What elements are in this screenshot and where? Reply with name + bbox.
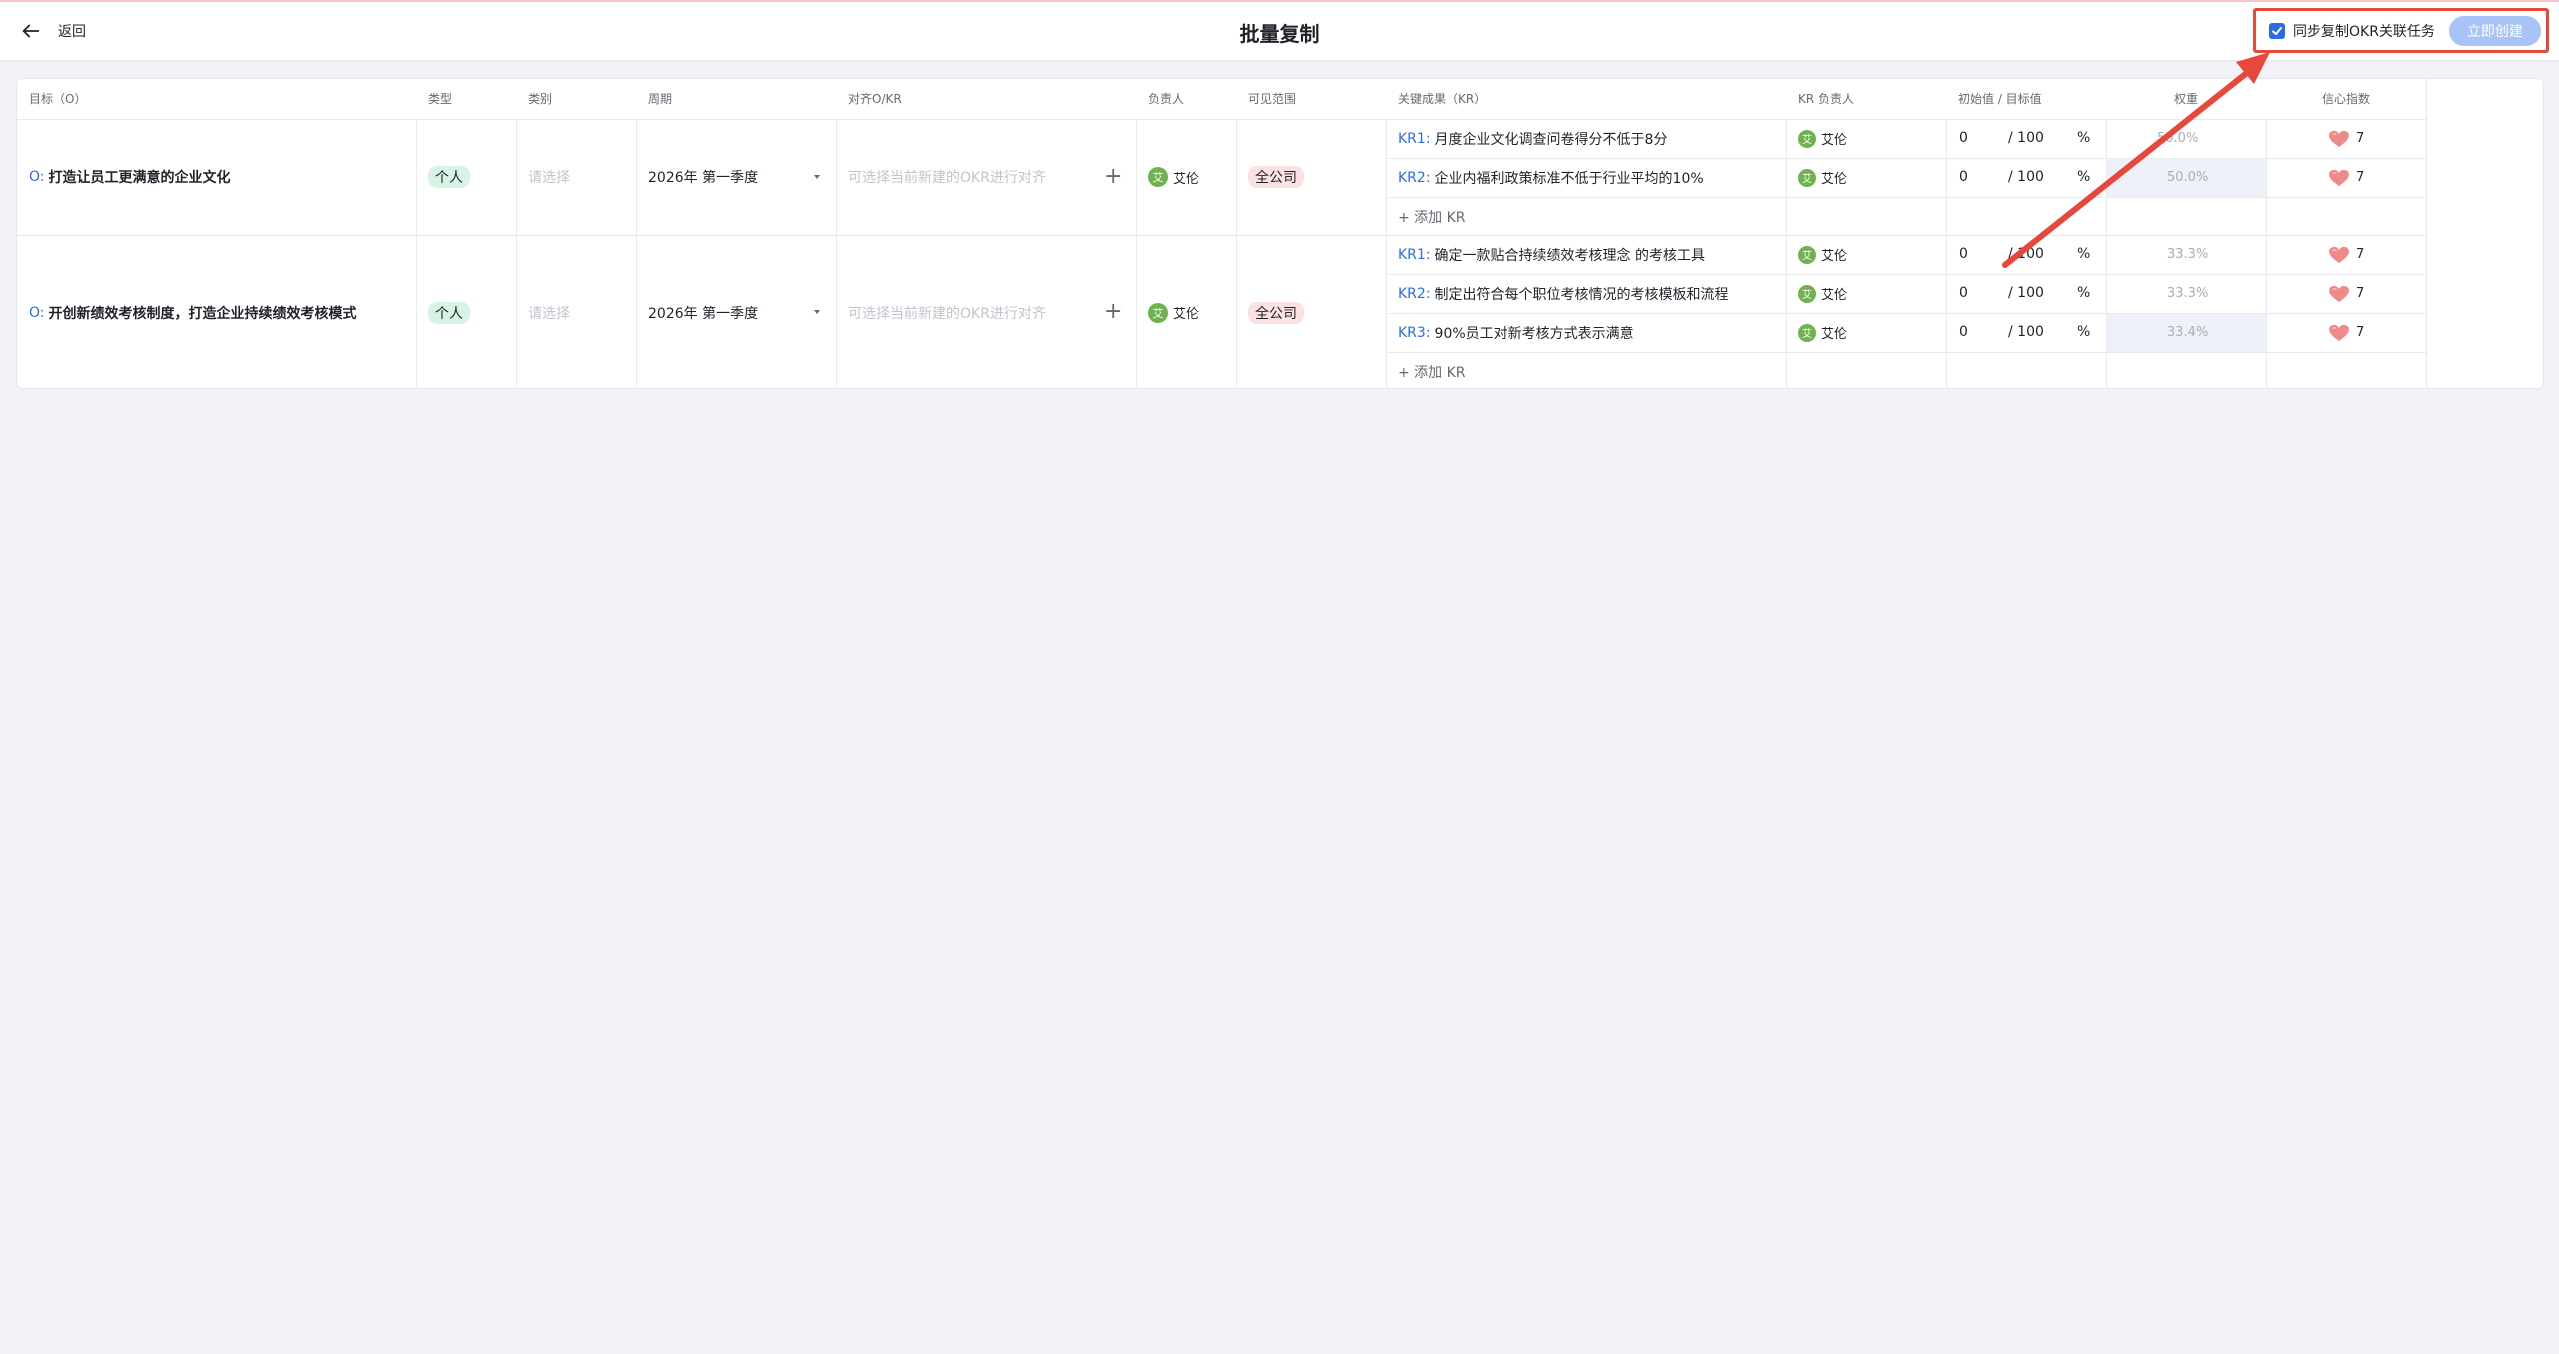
arrow-left-icon: [22, 24, 40, 38]
objective-1-owner[interactable]: 艾 艾伦: [1148, 119, 1199, 235]
avatar: 艾: [1798, 245, 1816, 264]
kr-unit: %: [2077, 130, 2091, 146]
kr-unit: %: [2077, 324, 2091, 340]
header-values: 初始值 / 目标值: [1958, 92, 2042, 106]
heart-icon: [2329, 130, 2349, 147]
objective-1-title[interactable]: O: 打造让员工更满意的企业文化: [29, 119, 231, 235]
kr-initial-value[interactable]: 0: [1959, 130, 1968, 146]
avatar: 艾: [1798, 168, 1816, 187]
kr-confidence[interactable]: 7: [2328, 235, 2364, 274]
kr-target-value[interactable]: / 100: [2008, 285, 2044, 301]
kr-target-value[interactable]: / 100: [2008, 130, 2044, 146]
kr-initial-value[interactable]: 0: [1959, 324, 1968, 340]
check-icon: [2272, 26, 2282, 35]
page-title: 批量复制: [1239, 22, 1320, 46]
kr-owner-2-2[interactable]: 艾 艾伦: [1798, 274, 1847, 313]
objective-2-visibility[interactable]: 全公司: [1248, 235, 1304, 390]
visibility-tag: 全公司: [1248, 301, 1304, 324]
okr-copy-table: 目标（O） 类型 类别 周期 对齐O/KR 负责人 可见范围 关键成果（KR） …: [16, 78, 2544, 389]
type-tag: 个人: [428, 301, 470, 324]
header-align: 对齐O/KR: [848, 92, 902, 106]
add-kr-button[interactable]: + 添加 KR: [1398, 207, 1466, 227]
page-title-wrap: 批量复制: [0, 18, 2559, 47]
header-category: 类别: [528, 92, 553, 106]
heart-icon: [2329, 324, 2349, 341]
create-now-button[interactable]: 立即创建: [2448, 15, 2541, 46]
kr-confidence[interactable]: 7: [2328, 119, 2364, 158]
objective-2-period-select[interactable]: 2026年 第一季度: [648, 235, 758, 390]
header-period: 周期: [648, 92, 673, 106]
header-confidence: 信心指数: [2321, 92, 2370, 106]
actions-highlight-box: 同步复制OKR关联任务 立即创建: [2253, 8, 2549, 53]
header-kr: 关键成果（KR）: [1398, 92, 1487, 106]
add-kr-button[interactable]: + 添加 KR: [1398, 362, 1466, 382]
visibility-tag: 全公司: [1248, 166, 1304, 188]
objective-1-category-select[interactable]: 请选择: [528, 119, 570, 235]
kr-initial-value[interactable]: 0: [1959, 246, 1968, 262]
back-label: 返回: [58, 24, 86, 40]
header-owner: 负责人: [1148, 92, 1185, 106]
objective-1-visibility[interactable]: 全公司: [1248, 119, 1304, 235]
kr-row-1-1[interactable]: KR1: 月度企业文化调查问卷得分不低于8分: [1398, 119, 1667, 158]
kr-confidence[interactable]: 7: [2328, 313, 2364, 352]
kr-weight[interactable]: 33.3%: [2167, 247, 2208, 262]
caret-down-icon: [814, 310, 820, 314]
header-objective: 目标（O）: [29, 92, 87, 106]
objective-2-align-input[interactable]: 可选择当前新建的OKR进行对齐: [848, 235, 1046, 390]
kr-weight[interactable]: 50.0%: [2167, 170, 2208, 185]
header-kr-owner: KR 负责人: [1798, 92, 1855, 106]
kr-confidence[interactable]: 7: [2328, 274, 2364, 313]
kr-row-2-3[interactable]: KR3: 90%员工对新考核方式表示满意: [1398, 313, 1634, 352]
avatar: 艾: [1798, 323, 1816, 342]
kr-target-value[interactable]: / 100: [2008, 246, 2044, 262]
kr-owner-1-1[interactable]: 艾 艾伦: [1798, 119, 1847, 158]
avatar: 艾: [1148, 302, 1168, 323]
objective-2-title[interactable]: O: 开创新绩效考核制度，打造企业持续绩效考核模式: [29, 235, 357, 390]
caret-down-icon: [814, 175, 820, 179]
kr-target-value[interactable]: / 100: [2008, 324, 2044, 340]
heart-icon: [2329, 169, 2349, 186]
objective-2-owner[interactable]: 艾 艾伦: [1148, 235, 1199, 390]
type-tag: 个人: [428, 166, 470, 188]
objective-2-category-select[interactable]: 请选择: [528, 235, 570, 390]
objective-1-type[interactable]: 个人: [428, 119, 470, 235]
kr-row-1-2[interactable]: KR2: 企业内福利政策标准不低于行业平均的10%: [1398, 158, 1704, 197]
kr-row-2-1[interactable]: KR1: 确定一款贴合持续绩效考核理念 的考核工具: [1398, 235, 1705, 274]
sync-tasks-label[interactable]: 同步复制OKR关联任务: [2293, 21, 2435, 41]
objective-1-align-input[interactable]: 可选择当前新建的OKR进行对齐: [848, 119, 1046, 235]
plus-icon[interactable]: +: [1104, 301, 1122, 323]
kr-row-2-2[interactable]: KR2: 制定出符合每个职位考核情况的考核模板和流程: [1398, 274, 1729, 313]
kr-weight[interactable]: 50.0%: [2157, 131, 2198, 146]
kr-unit: %: [2077, 246, 2091, 262]
kr-initial-value[interactable]: 0: [1959, 169, 1968, 185]
avatar: 艾: [1798, 129, 1816, 148]
kr-confidence[interactable]: 7: [2328, 158, 2364, 197]
plus-icon[interactable]: +: [1104, 166, 1122, 188]
kr-unit: %: [2077, 169, 2091, 185]
kr-initial-value[interactable]: 0: [1959, 285, 1968, 301]
sync-tasks-checkbox[interactable]: [2269, 22, 2285, 39]
heart-icon: [2329, 285, 2349, 302]
kr-owner-1-2[interactable]: 艾 艾伦: [1798, 158, 1847, 197]
header-type: 类型: [428, 92, 453, 106]
header-visibility: 可见范围: [1248, 92, 1297, 106]
objective-1-period-select[interactable]: 2026年 第一季度: [648, 119, 758, 235]
kr-weight[interactable]: 33.4%: [2167, 325, 2208, 340]
kr-target-value[interactable]: / 100: [2008, 169, 2044, 185]
kr-owner-2-1[interactable]: 艾 艾伦: [1798, 235, 1847, 274]
objective-2-type[interactable]: 个人: [428, 235, 470, 390]
kr-weight[interactable]: 33.3%: [2167, 286, 2208, 301]
back-button[interactable]: 返回: [20, 16, 86, 46]
kr-owner-2-3[interactable]: 艾 艾伦: [1798, 313, 1847, 352]
header-weight: 权重: [2173, 92, 2198, 106]
kr-unit: %: [2077, 285, 2091, 301]
top-bar: 返回 批量复制 同步复制OKR关联任务 立即创建: [0, 0, 2559, 60]
avatar: 艾: [1148, 167, 1168, 187]
avatar: 艾: [1798, 284, 1816, 303]
heart-icon: [2329, 246, 2349, 263]
